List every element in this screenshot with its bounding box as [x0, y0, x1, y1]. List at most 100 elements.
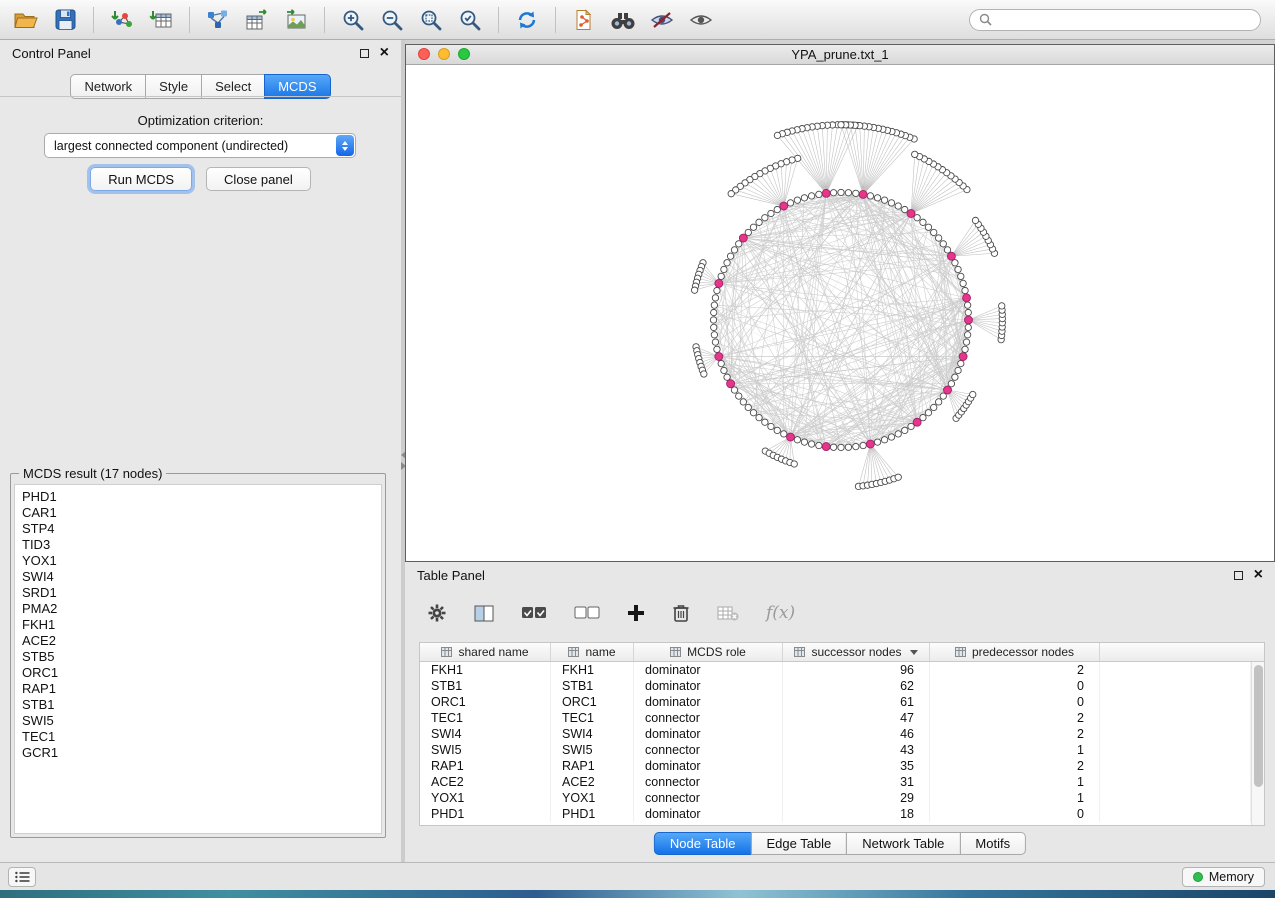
- column-header-successor-nodes[interactable]: successor nodes: [783, 643, 930, 661]
- cell-predecessor-nodes: 0: [930, 806, 1100, 822]
- close-window-button[interactable]: [418, 48, 430, 60]
- table-row[interactable]: YOX1YOX1connector291: [420, 790, 1251, 806]
- search-input[interactable]: [998, 13, 1251, 27]
- refresh-view-button[interactable]: [511, 5, 543, 35]
- scrollbar-thumb[interactable]: [1254, 665, 1263, 787]
- column-header-name[interactable]: name: [551, 643, 634, 661]
- network-graph[interactable]: [406, 65, 1274, 561]
- tab-motifs[interactable]: Motifs: [959, 832, 1026, 855]
- zoom-selected-button[interactable]: [454, 5, 486, 35]
- close-panel-icon[interactable]: ×: [380, 47, 389, 59]
- table-row[interactable]: STB1STB1dominator620: [420, 678, 1251, 694]
- hide-graphics-details-button[interactable]: [646, 5, 678, 35]
- table-row[interactable]: RAP1RAP1dominator352: [420, 758, 1251, 774]
- table-scrollbar[interactable]: [1251, 662, 1264, 825]
- close-table-panel-icon[interactable]: ×: [1254, 569, 1263, 581]
- column-icon: [441, 647, 452, 657]
- task-history-button[interactable]: [8, 867, 36, 887]
- binoculars-icon: [610, 10, 636, 30]
- mcds-result-item[interactable]: STB1: [22, 697, 381, 713]
- table-row[interactable]: PHD1PHD1dominator180: [420, 806, 1251, 822]
- show-graphics-details-button[interactable]: [685, 5, 717, 35]
- mcds-result-item[interactable]: TID3: [22, 537, 381, 553]
- export-image-button[interactable]: [280, 5, 312, 35]
- add-column-button[interactable]: [627, 604, 645, 622]
- criterion-dropdown[interactable]: largest connected component (undirected): [44, 133, 356, 158]
- cell-mcds-role: connector: [634, 774, 783, 790]
- desktop-wallpaper: [0, 890, 1275, 898]
- minimize-window-button[interactable]: [438, 48, 450, 60]
- mcds-result-item[interactable]: TEC1: [22, 729, 381, 745]
- zoom-fit-icon: [419, 8, 443, 32]
- zoom-fit-button[interactable]: [415, 5, 447, 35]
- deselect-all-button[interactable]: [574, 606, 600, 620]
- fx-icon: f(x): [766, 603, 795, 623]
- save-session-button[interactable]: [49, 5, 81, 35]
- mcds-result-item[interactable]: STB5: [22, 649, 381, 665]
- mcds-result-item[interactable]: YOX1: [22, 553, 381, 569]
- select-all-button[interactable]: [521, 606, 547, 620]
- zoom-in-button[interactable]: [337, 5, 369, 35]
- network-canvas[interactable]: [406, 65, 1274, 561]
- float-table-panel-icon[interactable]: [1234, 571, 1243, 580]
- column-label: predecessor nodes: [972, 645, 1074, 659]
- column-label: successor nodes: [811, 645, 901, 659]
- close-panel-button[interactable]: Close panel: [206, 167, 311, 191]
- mcds-result-item[interactable]: PHD1: [22, 489, 381, 505]
- toolbar-separator: [555, 7, 556, 33]
- share-document-button[interactable]: [568, 5, 600, 35]
- tab-network-table[interactable]: Network Table: [846, 832, 960, 855]
- network-window-title: YPA_prune.txt_1: [791, 47, 888, 62]
- mcds-result-item[interactable]: CAR1: [22, 505, 381, 521]
- cell-name: SWI5: [551, 742, 634, 758]
- column-header-predecessor-nodes[interactable]: predecessor nodes: [930, 643, 1100, 661]
- mcds-result-item[interactable]: PMA2: [22, 601, 381, 617]
- mcds-result-item[interactable]: GCR1: [22, 745, 381, 761]
- mcds-result-item[interactable]: STP4: [22, 521, 381, 537]
- column-label: shared name: [458, 645, 528, 659]
- table-row[interactable]: SWI4SWI4dominator462: [420, 726, 1251, 742]
- run-mcds-button[interactable]: Run MCDS: [90, 167, 192, 191]
- column-header-mcds-role[interactable]: MCDS role: [634, 643, 783, 661]
- tab-node-table[interactable]: Node Table: [654, 832, 752, 855]
- mcds-result-item[interactable]: SWI4: [22, 569, 381, 585]
- open-file-button[interactable]: [10, 5, 42, 35]
- maximize-window-button[interactable]: [458, 48, 470, 60]
- import-table-button[interactable]: [145, 5, 177, 35]
- checked-boxes-icon: [521, 606, 547, 620]
- table-row[interactable]: FKH1FKH1dominator962: [420, 662, 1251, 678]
- table-row[interactable]: ORC1ORC1dominator610: [420, 694, 1251, 710]
- mcds-result-item[interactable]: SRD1: [22, 585, 381, 601]
- import-network-button[interactable]: [106, 5, 138, 35]
- mcds-result-item[interactable]: ORC1: [22, 665, 381, 681]
- cell-name: RAP1: [551, 758, 634, 774]
- function-builder-button[interactable]: f(x): [766, 603, 795, 623]
- mcds-result-list[interactable]: PHD1CAR1STP4TID3YOX1SWI4SRD1PMA2FKH1ACE2…: [14, 484, 382, 834]
- cell-predecessor-nodes: 1: [930, 742, 1100, 758]
- share-document-icon: [573, 9, 595, 31]
- delete-column-button[interactable]: [672, 603, 690, 623]
- export-table-button[interactable]: [241, 5, 273, 35]
- show-columns-button[interactable]: [474, 605, 494, 622]
- cell-mcds-role: connector: [634, 790, 783, 806]
- column-header-shared-name[interactable]: shared name: [420, 643, 551, 661]
- cell-predecessor-nodes: 0: [930, 694, 1100, 710]
- table-settings-button[interactable]: [427, 603, 447, 623]
- cell-mcds-role: dominator: [634, 806, 783, 822]
- mcds-result-item[interactable]: RAP1: [22, 681, 381, 697]
- float-panel-icon[interactable]: [360, 49, 369, 58]
- tab-edge-table[interactable]: Edge Table: [750, 832, 847, 855]
- export-network-button[interactable]: [202, 5, 234, 35]
- delete-table-button[interactable]: [717, 605, 739, 621]
- table-panel-titlebar: Table Panel ×: [405, 562, 1275, 588]
- mcds-result-item[interactable]: FKH1: [22, 617, 381, 633]
- memory-button[interactable]: Memory: [1182, 867, 1265, 887]
- find-neighbors-button[interactable]: [607, 5, 639, 35]
- table-row[interactable]: ACE2ACE2connector311: [420, 774, 1251, 790]
- mcds-result-item[interactable]: SWI5: [22, 713, 381, 729]
- network-window-titlebar: YPA_prune.txt_1: [406, 45, 1274, 65]
- table-row[interactable]: TEC1TEC1connector472: [420, 710, 1251, 726]
- table-row[interactable]: SWI5SWI5connector431: [420, 742, 1251, 758]
- zoom-out-button[interactable]: [376, 5, 408, 35]
- mcds-result-item[interactable]: ACE2: [22, 633, 381, 649]
